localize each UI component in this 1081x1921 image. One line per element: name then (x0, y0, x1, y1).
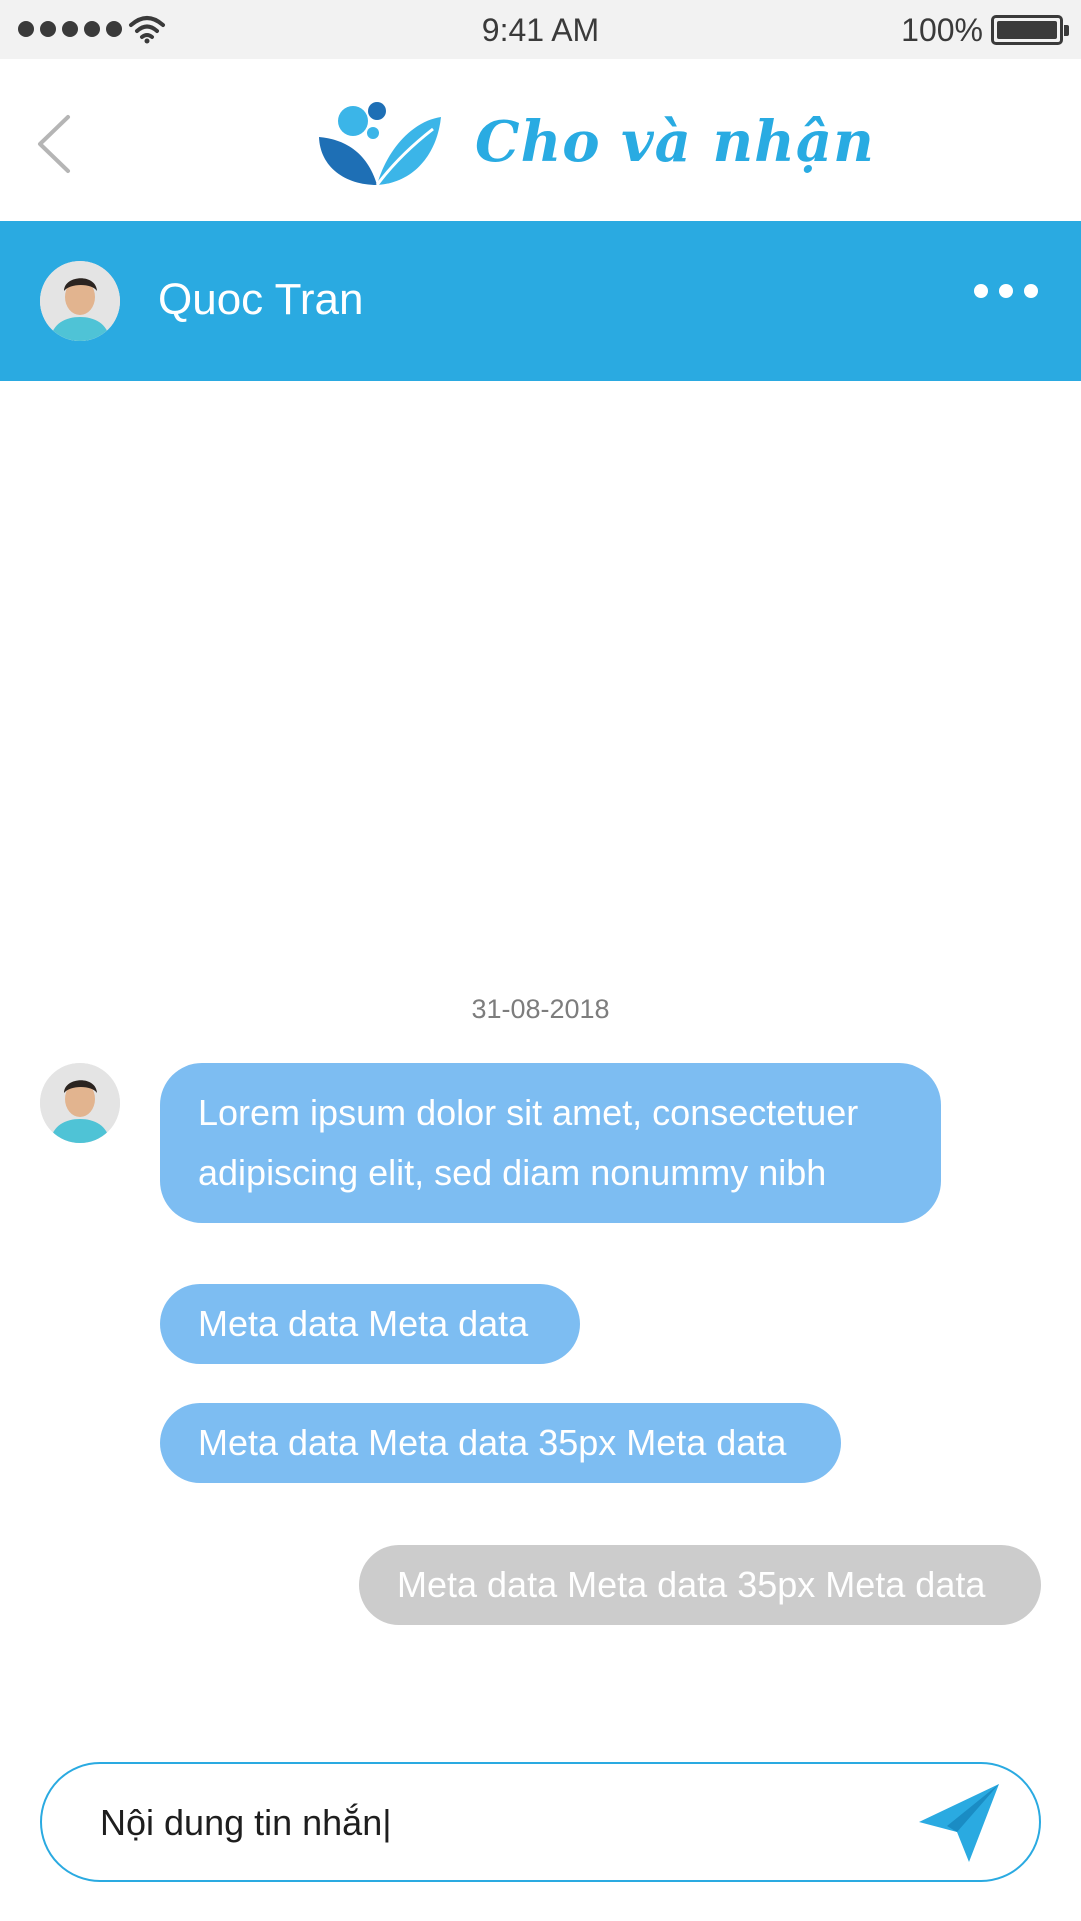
contact-name: Quoc Tran (158, 275, 364, 324)
battery-percentage: 100% (901, 12, 983, 48)
contact-avatar[interactable] (40, 261, 120, 341)
battery-icon (991, 15, 1069, 45)
status-bar: 9:41 AM 100% (0, 0, 1081, 59)
app-header: Cho và nhận (0, 59, 1081, 221)
chevron-left-icon[interactable] (30, 109, 80, 179)
message-bubble-outgoing[interactable]: Meta data Meta data 35px Meta data (359, 1545, 1041, 1625)
sender-avatar[interactable] (40, 1063, 120, 1143)
message-input[interactable]: Nội dung tin nhắn| (40, 1762, 1041, 1882)
more-horizontal-icon[interactable] (971, 281, 1041, 301)
chat-header: Quoc Tran (0, 221, 1081, 381)
message-input-value: Nội dung tin nhắn| (100, 1802, 392, 1843)
message-bubble-incoming[interactable]: Meta data Meta data (160, 1284, 580, 1364)
paper-plane-icon[interactable] (917, 1782, 1001, 1864)
message-text-line: adipiscing elit, sed diam nonummy nibh (198, 1152, 827, 1193)
logo-text: Cho và nhận (475, 109, 875, 175)
message-bubble-incoming[interactable]: Meta data Meta data 35px Meta data (160, 1403, 841, 1483)
message-text-line: Lorem ipsum dolor sit amet, consectetuer (198, 1092, 859, 1133)
message-bubble-incoming[interactable]: Lorem ipsum dolor sit amet, consectetuer… (160, 1063, 941, 1223)
logo-icon (319, 102, 441, 186)
conversation-date: 31-08-2018 (471, 994, 610, 1024)
